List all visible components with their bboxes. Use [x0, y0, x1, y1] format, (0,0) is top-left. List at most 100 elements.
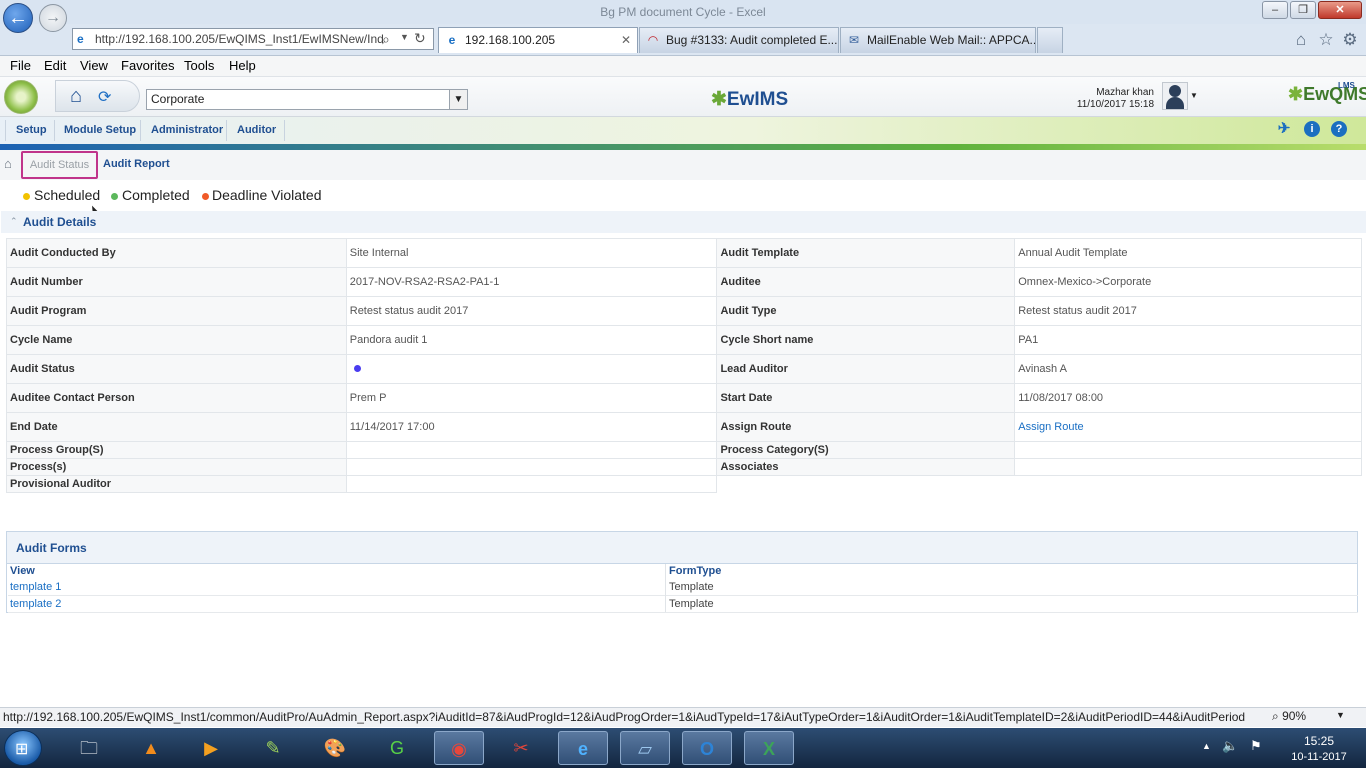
- excel-icon[interactable]: X: [744, 731, 794, 765]
- column-header-formtype: FormType: [669, 565, 722, 577]
- audit-details-title: Audit Details: [23, 215, 97, 229]
- close-window-button[interactable]: ✕: [1318, 1, 1362, 19]
- chart-app-icon[interactable]: ✎: [248, 731, 298, 765]
- chrome-icon[interactable]: ◉: [434, 731, 484, 765]
- media-player-icon[interactable]: ▶: [186, 731, 236, 765]
- app-logo-icon[interactable]: [4, 80, 38, 114]
- window-title-bar: Bg PM document Cycle - Excel – ❐ ✕: [0, 0, 1366, 24]
- details-row: Cycle Name Pandora audit 1 Cycle Short nam…: [6, 325, 1362, 355]
- field-label: Cycle Name: [6, 325, 347, 355]
- back-button[interactable]: ←: [3, 3, 33, 33]
- notepad-icon[interactable]: ▱: [620, 731, 670, 765]
- collapse-chevron-icon[interactable]: ⌃: [10, 216, 18, 227]
- tray-expand-icon[interactable]: ▲: [1202, 741, 1211, 751]
- tab-audit-status[interactable]: Audit Status: [21, 151, 98, 179]
- tab-audit-page[interactable]: e 192.168.100.205 ✕: [438, 27, 638, 53]
- mail-icon: ✉: [848, 33, 860, 47]
- vlc-icon[interactable]: ▲: [126, 731, 176, 765]
- maximize-button[interactable]: ❐: [1290, 1, 1316, 19]
- favorites-star-icon[interactable]: ☆: [1316, 30, 1336, 50]
- help-icon[interactable]: ?: [1331, 121, 1347, 137]
- info-icon[interactable]: i: [1304, 121, 1320, 137]
- tab-bug[interactable]: ◠ Bug #3133: Audit completed E...: [639, 27, 839, 53]
- refresh-icon[interactable]: ↻: [414, 30, 426, 47]
- menu-help[interactable]: Help: [229, 58, 256, 73]
- field-value: 11/14/2017 17:00: [345, 412, 718, 442]
- settings-gear-icon[interactable]: ⚙: [1340, 30, 1360, 50]
- module-menu-bar: Setup Module Setup Administrator Auditor: [0, 117, 1366, 144]
- dropdown-arrow-icon[interactable]: ▼: [400, 32, 409, 42]
- taskbar-date[interactable]: 10-11-2017: [1282, 751, 1356, 763]
- app-refresh-icon[interactable]: ⟳: [98, 87, 111, 107]
- field-label: Audit Type: [716, 296, 1016, 326]
- user-menu-caret-icon[interactable]: ▼: [1190, 91, 1198, 100]
- menu-edit[interactable]: Edit: [44, 58, 66, 73]
- browser-menubar: File Edit View Favorites Tools Help: [0, 56, 1366, 77]
- user-avatar-icon[interactable]: [1162, 82, 1188, 110]
- table-row: template 1 Template: [8, 579, 1358, 596]
- field-label: Process(s): [6, 458, 347, 476]
- menu-file[interactable]: File: [10, 58, 31, 73]
- details-row: Process(s) Associates: [6, 458, 1362, 476]
- field-label: End Date: [6, 412, 347, 442]
- menu-tools[interactable]: Tools: [184, 58, 214, 73]
- field-value: [345, 354, 718, 384]
- taskbar-time[interactable]: 15:25: [1282, 734, 1356, 748]
- start-button[interactable]: ⊞: [4, 730, 42, 766]
- outlook-icon[interactable]: O: [682, 731, 732, 765]
- zoom-dropdown-icon[interactable]: ▼: [1336, 710, 1345, 720]
- explorer-icon[interactable]: 🗀: [64, 731, 114, 765]
- empty-cell: [1015, 476, 1362, 493]
- field-value: 2017-NOV-RSA2-RSA2-PA1-1: [345, 267, 718, 297]
- search-icon[interactable]: ⌕: [382, 31, 390, 48]
- location-select[interactable]: Corporate ▼: [146, 89, 468, 110]
- field-value: Retest status audit 2017: [345, 296, 718, 326]
- snipping-tool-icon[interactable]: ✂: [496, 731, 546, 765]
- greenshot-icon[interactable]: G: [372, 731, 422, 765]
- user-login-time: 11/10/2017 15:18: [1076, 99, 1154, 110]
- column-header-view: View: [10, 565, 35, 577]
- template-link[interactable]: template 2: [10, 598, 61, 610]
- zoom-control[interactable]: ⌕ 90% ▼: [1272, 709, 1366, 726]
- menu-view[interactable]: View: [80, 58, 108, 73]
- user-name: Mazhar khan: [1096, 87, 1154, 98]
- menu-setup[interactable]: Setup: [16, 124, 47, 136]
- ewims-logo: ✱EwIMS: [711, 89, 789, 110]
- field-label: Lead Auditor: [716, 354, 1016, 384]
- breadcrumb-home-icon[interactable]: ⌂: [4, 156, 12, 171]
- menu-module-setup[interactable]: Module Setup: [64, 124, 136, 136]
- new-tab-button[interactable]: [1037, 27, 1063, 53]
- tab-audit-report[interactable]: Audit Report: [103, 158, 170, 170]
- app-home-icon[interactable]: ⌂: [70, 85, 82, 108]
- tab-label: Bug #3133: Audit completed E...: [666, 33, 838, 47]
- field-value: Avinash A: [1014, 354, 1362, 384]
- menu-auditor[interactable]: Auditor: [237, 124, 276, 136]
- address-bar[interactable]: e http://192.168.100.205/EwQIMS_Inst1/Ew…: [72, 28, 434, 50]
- audit-details-header[interactable]: ⌃: [1, 211, 1366, 233]
- menu-favorites[interactable]: Favorites: [121, 58, 174, 73]
- table-row: template 2 Template: [8, 596, 1358, 613]
- status-url: http://192.168.100.205/EwQIMS_Inst1/comm…: [3, 710, 1246, 724]
- chevron-down-icon[interactable]: ▼: [449, 90, 467, 109]
- pin-icon[interactable]: ✈: [1276, 121, 1292, 137]
- legend-dot-deadline-violated: [202, 193, 209, 200]
- tab-mail[interactable]: ✉ MailEnable Web Mail:: APPCA...: [840, 27, 1036, 53]
- details-row: Audit Conducted By Site Internal Audit Tem…: [6, 238, 1362, 268]
- internet-explorer-icon[interactable]: e: [558, 731, 608, 765]
- paint-icon[interactable]: 🎨: [310, 731, 360, 765]
- network-flag-icon[interactable]: ⚑: [1250, 738, 1262, 754]
- field-value: Omnex-Mexico->Corporate: [1014, 267, 1362, 297]
- field-value: [345, 441, 718, 459]
- template-link[interactable]: template 1: [10, 581, 61, 593]
- volume-icon[interactable]: 🔈: [1222, 738, 1238, 754]
- details-row: End Date 11/14/2017 17:00 Assign Route Assi…: [6, 412, 1362, 442]
- assign-route-link[interactable]: Assign Route: [1014, 412, 1362, 442]
- tab-close-icon[interactable]: ✕: [621, 28, 631, 52]
- home-icon[interactable]: ⌂: [1291, 30, 1311, 50]
- menu-administrator[interactable]: Administrator: [151, 124, 223, 136]
- minimize-button[interactable]: –: [1262, 1, 1288, 19]
- audit-status-dot-icon: [353, 365, 361, 372]
- field-label: Associates: [716, 458, 1016, 476]
- forward-button[interactable]: →: [39, 4, 67, 32]
- field-label: Audit Template: [716, 238, 1016, 268]
